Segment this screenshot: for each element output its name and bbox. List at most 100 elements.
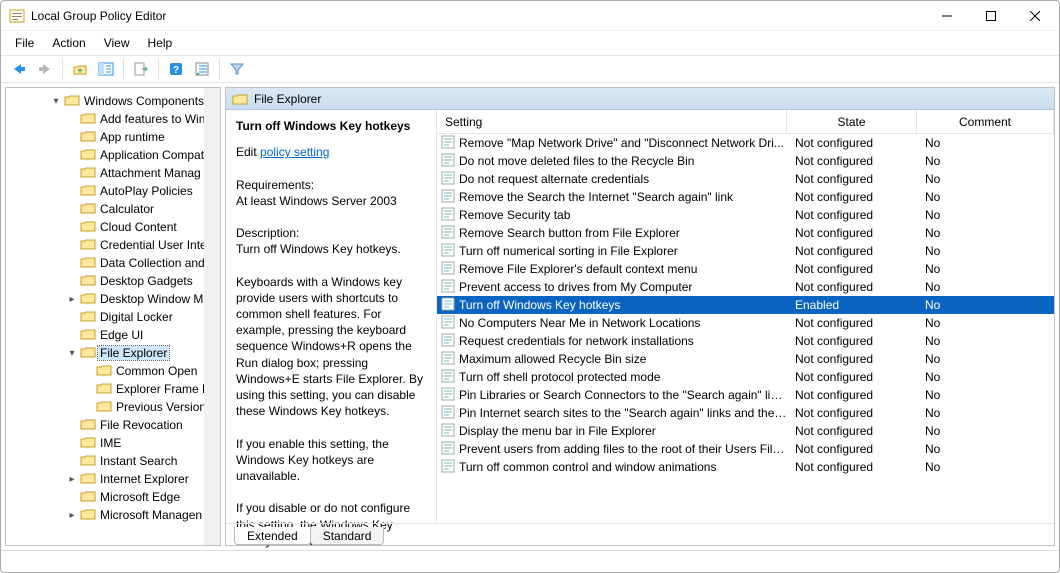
menu-view[interactable]: View <box>98 34 136 52</box>
tree-item[interactable]: Credential User Inte <box>6 236 220 254</box>
menu-file[interactable]: File <box>9 34 40 52</box>
tree-item-label: Cloud Content <box>98 220 179 234</box>
tree-item[interactable]: Attachment Manag <box>6 164 220 182</box>
policy-comment: No <box>917 136 1054 150</box>
tree-item[interactable]: App runtime <box>6 128 220 146</box>
policy-row[interactable]: Turn off numerical sorting in File Explo… <box>437 242 1054 260</box>
properties-button[interactable] <box>190 58 214 80</box>
expand-icon[interactable]: ▸ <box>66 510 78 521</box>
policy-state: Not configured <box>787 262 917 276</box>
description-text: If you enable this setting, the Windows … <box>236 436 426 485</box>
tree-item[interactable]: ▾ Windows Components <box>6 92 220 110</box>
tree-item[interactable]: Application Compat <box>6 146 220 164</box>
description-heading: Description: <box>236 225 426 241</box>
expand-icon[interactable]: ▸ <box>66 474 78 485</box>
tree-item[interactable]: Edge UI <box>6 326 220 344</box>
tree-item[interactable]: Instant Search <box>6 452 220 470</box>
column-setting[interactable]: Setting <box>437 110 787 133</box>
policy-row[interactable]: Maximum allowed Recycle Bin sizeNot conf… <box>437 350 1054 368</box>
tree-item[interactable]: Desktop Gadgets <box>6 272 220 290</box>
policy-row[interactable]: Remove "Map Network Drive" and "Disconne… <box>437 134 1054 152</box>
policy-name: Prevent access to drives from My Compute… <box>459 280 692 294</box>
show-hide-tree-button[interactable] <box>94 58 118 80</box>
policy-row[interactable]: Prevent users from adding files to the r… <box>437 440 1054 458</box>
policy-name: Remove Security tab <box>459 208 570 222</box>
edit-policy-link[interactable]: policy setting <box>260 145 329 159</box>
up-folder-button[interactable] <box>68 58 92 80</box>
requirements-text: At least Windows Server 2003 <box>236 193 426 209</box>
column-state[interactable]: State <box>787 110 917 133</box>
tree-scrollbar[interactable] <box>204 88 220 545</box>
tree-item[interactable]: Cloud Content <box>6 218 220 236</box>
policy-row[interactable]: Pin Libraries or Search Connectors to th… <box>437 386 1054 404</box>
tree-item[interactable]: Microsoft Edge <box>6 488 220 506</box>
policy-row[interactable]: Do not request alternate credentialsNot … <box>437 170 1054 188</box>
policy-state: Not configured <box>787 442 917 456</box>
policy-comment: No <box>917 244 1054 258</box>
separator <box>219 59 220 79</box>
tree-item-label: Previous Version <box>114 400 208 414</box>
tree-item-label: Desktop Gadgets <box>98 274 195 288</box>
policy-row[interactable]: Remove the Search the Internet "Search a… <box>437 188 1054 206</box>
policy-row[interactable]: Turn off common control and window anima… <box>437 458 1054 476</box>
policy-comment: No <box>917 316 1054 330</box>
tree-item[interactable]: AutoPlay Policies <box>6 182 220 200</box>
expand-icon <box>66 168 78 179</box>
policy-comment: No <box>917 226 1054 240</box>
policy-icon <box>441 207 455 224</box>
policy-row[interactable]: Remove Security tabNot configuredNo <box>437 206 1054 224</box>
tree-item[interactable]: Digital Locker <box>6 308 220 326</box>
tree-item[interactable]: ▾File Explorer <box>6 344 220 362</box>
policy-state: Not configured <box>787 244 917 258</box>
menu-action[interactable]: Action <box>46 34 91 52</box>
policy-row[interactable]: Prevent access to drives from My Compute… <box>437 278 1054 296</box>
back-button[interactable] <box>7 58 31 80</box>
policy-row[interactable]: Turn off Windows Key hotkeysEnabledNo <box>437 296 1054 314</box>
tree-item[interactable]: Add features to Win <box>6 110 220 128</box>
tab-standard[interactable]: Standard <box>310 527 385 545</box>
policy-comment: No <box>917 406 1054 420</box>
tree-item[interactable]: IME <box>6 434 220 452</box>
expand-icon[interactable]: ▸ <box>66 294 78 305</box>
policy-icon <box>441 423 455 440</box>
tree-item[interactable]: Common Open <box>6 362 220 380</box>
forward-button[interactable] <box>33 58 57 80</box>
tree-item[interactable]: ▸Desktop Window M <box>6 290 220 308</box>
policy-row[interactable]: Request credentials for network installa… <box>437 332 1054 350</box>
help-button[interactable]: ? <box>164 58 188 80</box>
maximize-button[interactable] <box>969 2 1013 30</box>
folder-icon <box>80 273 96 290</box>
policy-row[interactable]: Turn off shell protocol protected modeNo… <box>437 368 1054 386</box>
expand-icon[interactable]: ▾ <box>50 96 62 107</box>
policy-row[interactable]: No Computers Near Me in Network Location… <box>437 314 1054 332</box>
tree-item[interactable]: ▸Microsoft Managen <box>6 506 220 524</box>
policy-row[interactable]: Pin Internet search sites to the "Search… <box>437 404 1054 422</box>
policy-row[interactable]: Do not move deleted files to the Recycle… <box>437 152 1054 170</box>
minimize-button[interactable] <box>925 2 969 30</box>
close-button[interactable] <box>1013 2 1057 30</box>
tree-item[interactable]: File Revocation <box>6 416 220 434</box>
tree-item[interactable]: Previous Version <box>6 398 220 416</box>
filter-button[interactable] <box>225 58 249 80</box>
tree-item[interactable]: Data Collection and <box>6 254 220 272</box>
policy-state: Not configured <box>787 154 917 168</box>
export-button[interactable] <box>129 58 153 80</box>
tree-item[interactable]: Explorer Frame P <box>6 380 220 398</box>
policy-name: Remove the Search the Internet "Search a… <box>459 190 733 204</box>
column-comment[interactable]: Comment <box>917 110 1054 133</box>
policy-icon <box>441 153 455 170</box>
menu-help[interactable]: Help <box>142 34 179 52</box>
policy-row[interactable]: Remove File Explorer's default context m… <box>437 260 1054 278</box>
tree-item-label: File Revocation <box>98 418 185 432</box>
policy-name: Prevent users from adding files to the r… <box>459 442 787 456</box>
tree-item-label: Windows Components <box>82 94 206 108</box>
policy-row[interactable]: Display the menu bar in File ExplorerNot… <box>437 422 1054 440</box>
expand-icon <box>66 438 78 449</box>
tab-extended[interactable]: Extended <box>234 527 311 545</box>
tree-item[interactable]: Calculator <box>6 200 220 218</box>
policy-icon <box>441 315 455 332</box>
expand-icon[interactable]: ▾ <box>66 348 78 359</box>
tree-item[interactable]: ▸Internet Explorer <box>6 470 220 488</box>
folder-icon <box>80 417 96 434</box>
policy-row[interactable]: Remove Search button from File ExplorerN… <box>437 224 1054 242</box>
